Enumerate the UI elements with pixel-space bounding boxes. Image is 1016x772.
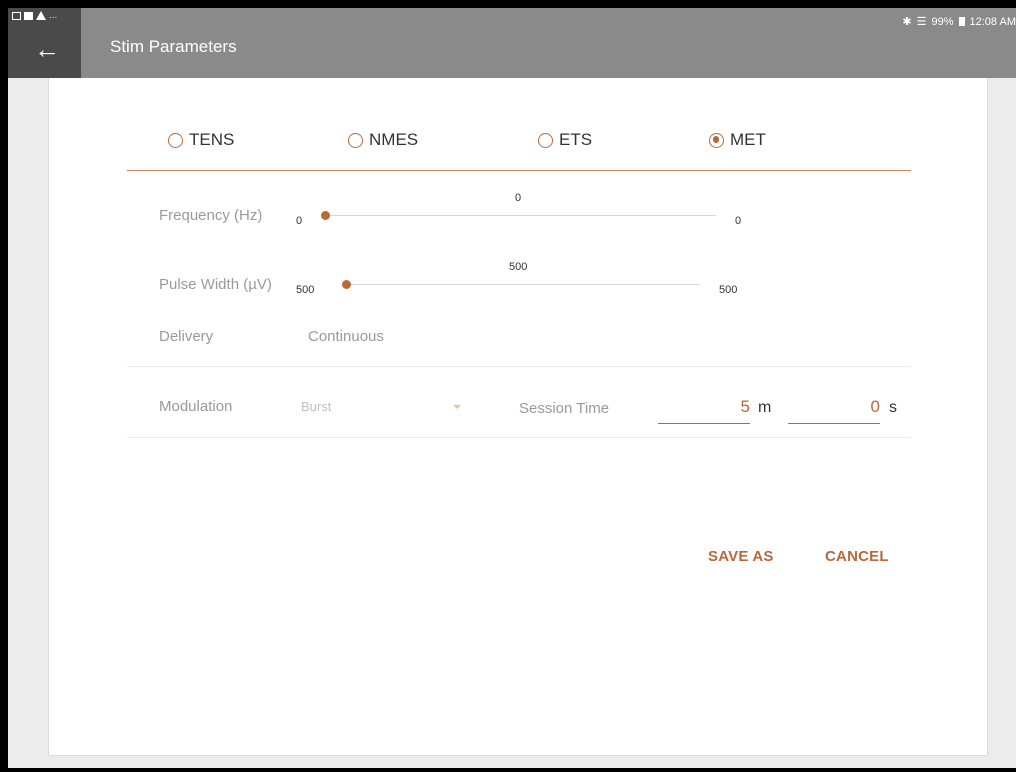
frequency-label: Frequency (Hz) — [159, 207, 263, 224]
pulse-width-label: Pulse Width (µV) — [159, 276, 272, 293]
pulse-width-slider-thumb[interactable] — [342, 280, 351, 289]
delivery-label: Delivery — [159, 328, 214, 345]
mode-radio-tens[interactable]: TENS — [168, 130, 234, 150]
mode-label: TENS — [189, 130, 235, 149]
nav-area: ... ← — [8, 8, 81, 78]
mode-radio-ets[interactable]: ETS — [538, 130, 592, 150]
bluetooth-icon: ✱ — [902, 16, 912, 28]
frequency-slider-track[interactable] — [325, 215, 716, 216]
frequency-current: 0 — [515, 192, 522, 204]
session-seconds-value: 0 — [870, 397, 880, 416]
page-title: Stim Parameters — [110, 37, 237, 56]
delivery-value: Continuous — [308, 328, 384, 345]
save-as-button[interactable]: SAVE AS — [708, 548, 774, 565]
cancel-button[interactable]: CANCEL — [825, 548, 889, 565]
dropdown-arrow-icon — [453, 405, 461, 409]
stim-parameters-card: TENS NMES ETS MET Frequency (Hz) 0 0 0 P… — [48, 78, 988, 756]
mode-divider — [127, 170, 911, 171]
frequency-slider-thumb[interactable] — [321, 211, 330, 220]
modulation-label: Modulation — [159, 398, 233, 415]
warning-notification-icon — [36, 11, 46, 20]
mode-radio-nmes[interactable]: NMES — [348, 130, 418, 150]
pulse-width-min: 500 — [296, 284, 315, 296]
app-bar: ... ← Stim Parameters ✱ ☰ 99% 12:08 AM — [8, 8, 1016, 78]
flipboard-notification-icon — [24, 11, 33, 20]
mode-radio-met[interactable]: MET — [709, 130, 766, 150]
wifi-icon: ☰ — [916, 16, 927, 28]
pulse-width-current: 500 — [509, 261, 528, 273]
notification-icons: ... — [12, 9, 58, 21]
pulse-width-slider-track[interactable] — [347, 284, 700, 285]
modulation-dropdown[interactable]: Burst — [301, 390, 471, 420]
battery-percent: 99% — [931, 15, 954, 28]
radio-unselected-icon — [168, 132, 183, 148]
frequency-max: 0 — [735, 215, 742, 227]
pulse-width-max: 500 — [719, 284, 738, 296]
radio-unselected-icon — [538, 132, 553, 148]
modulation-selected-value: Burst — [301, 399, 332, 414]
minutes-unit: m — [758, 399, 772, 416]
seconds-unit: s — [889, 399, 897, 416]
radio-selected-icon — [709, 132, 724, 148]
mode-label: ETS — [559, 130, 593, 149]
image-notification-icon — [12, 11, 21, 20]
section-divider — [127, 437, 911, 438]
section-divider — [127, 366, 911, 367]
screen: ... ← Stim Parameters ✱ ☰ 99% 12:08 AM T… — [8, 8, 1016, 768]
session-seconds-input[interactable]: 0 — [788, 390, 880, 426]
radio-unselected-icon — [348, 132, 363, 148]
mode-label: NMES — [369, 130, 419, 149]
session-time-label: Session Time — [519, 400, 610, 417]
mode-label: MET — [730, 130, 766, 149]
system-status: ✱ ☰ 99% 12:08 AM — [902, 15, 1016, 29]
frequency-min: 0 — [296, 215, 303, 227]
battery-icon — [958, 17, 965, 26]
minutes-underline — [658, 423, 750, 424]
seconds-underline — [788, 423, 880, 424]
back-arrow-icon[interactable]: ← — [34, 36, 60, 62]
session-minutes-value: 5 — [740, 397, 750, 416]
clock: 12:08 AM — [969, 15, 1016, 28]
session-minutes-input[interactable]: 5 — [658, 390, 750, 426]
more-notifications-indicator: ... — [49, 9, 58, 21]
